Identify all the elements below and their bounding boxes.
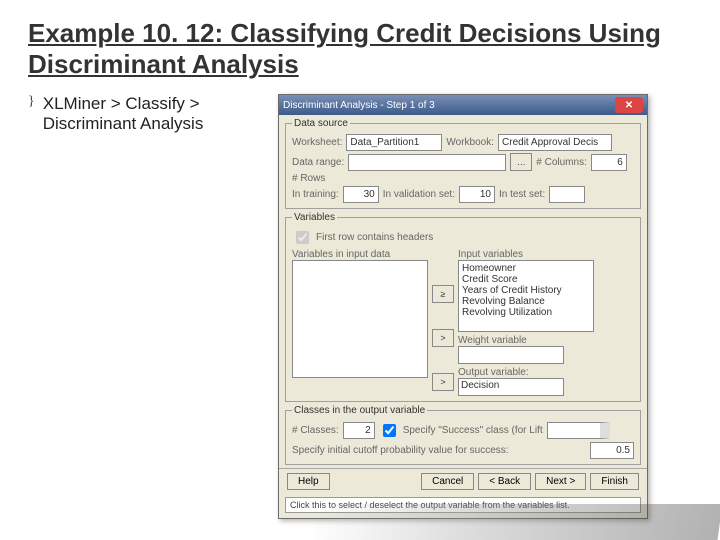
dialog-window: Discriminant Analysis - Step 1 of 3 ✕ Da… <box>278 94 648 519</box>
datasource-group: Data source Worksheet: Data_Partition1 W… <box>285 118 641 209</box>
back-button[interactable]: < Back <box>478 473 531 490</box>
list-item[interactable]: Revolving Balance <box>461 296 591 307</box>
output-label: Output variable: <box>458 367 594 378</box>
list-item[interactable]: Years of Credit History <box>461 285 591 296</box>
cols-label: # Columns: <box>536 157 587 168</box>
leftlist-label: Variables in input data <box>292 249 428 260</box>
rightlist[interactable]: Homeowner Credit Score Years of Credit H… <box>458 260 594 332</box>
datasource-legend: Data source <box>292 118 350 129</box>
range-picker-button[interactable]: … <box>510 153 532 171</box>
bullet-text: XLMiner > Classify > Discriminant Analys… <box>43 94 266 519</box>
classes-legend: Classes in the output variable <box>292 405 427 416</box>
success-dropdown[interactable] <box>547 422 610 439</box>
classes-group: Classes in the output variable # Classes… <box>285 405 641 465</box>
variables-legend: Variables <box>292 212 337 223</box>
workbook-label: Workbook: <box>446 137 494 148</box>
nclasses-field: 2 <box>343 422 375 439</box>
range-field[interactable] <box>348 154 506 171</box>
list-item[interactable]: Revolving Utilization <box>461 307 591 318</box>
weight-field[interactable] <box>458 346 564 364</box>
train-label: In training: <box>292 189 339 200</box>
worksheet-label: Worksheet: <box>292 137 342 148</box>
move-output-button[interactable]: > <box>432 373 454 391</box>
move-single-button[interactable]: > <box>432 329 454 347</box>
workbook-field[interactable]: Credit Approval Decis <box>498 134 612 151</box>
list-item[interactable]: Credit Score <box>461 274 591 285</box>
move-right-button[interactable]: ≥ <box>432 285 454 303</box>
help-button[interactable]: Help <box>287 473 330 490</box>
output-field[interactable]: Decision <box>458 378 564 396</box>
worksheet-field[interactable]: Data_Partition1 <box>346 134 442 151</box>
leftlist[interactable] <box>292 260 428 378</box>
rows-label: # Rows <box>292 173 325 184</box>
close-button[interactable]: ✕ <box>615 97 643 113</box>
nclasses-label: # Classes: <box>292 425 339 436</box>
weight-label: Weight variable <box>458 335 594 346</box>
bullet-marker: } <box>28 94 35 519</box>
valid-field: 10 <box>459 186 495 203</box>
list-item[interactable]: Homeowner <box>461 263 591 274</box>
valid-label: In validation set: <box>383 189 455 200</box>
success-checkbox[interactable] <box>383 424 396 437</box>
finish-button[interactable]: Finish <box>590 473 639 490</box>
variables-group: Variables First row contains headers Var… <box>285 212 641 402</box>
range-label: Data range: <box>292 157 344 168</box>
test-label: In test set: <box>499 189 545 200</box>
test-field <box>549 186 585 203</box>
cutoff-field[interactable]: 0.5 <box>590 442 634 459</box>
slide-title: Example 10. 12: Classifying Credit Decis… <box>28 18 692 80</box>
firstrow-label: First row contains headers <box>316 232 433 243</box>
next-button[interactable]: Next > <box>535 473 586 490</box>
cols-field: 6 <box>591 154 627 171</box>
decorative-shadow <box>307 504 720 540</box>
rightlist-label: Input variables <box>458 249 594 260</box>
dialog-title: Discriminant Analysis - Step 1 of 3 <box>283 100 435 111</box>
cancel-button[interactable]: Cancel <box>421 473 474 490</box>
bullet-item: } XLMiner > Classify > Discriminant Anal… <box>28 94 266 519</box>
success-label: Specify "Success" class (for Lift <box>403 425 543 436</box>
train-field: 30 <box>343 186 379 203</box>
firstrow-checkbox[interactable] <box>296 231 309 244</box>
cutoff-label: Specify initial cutoff probability value… <box>292 445 509 456</box>
